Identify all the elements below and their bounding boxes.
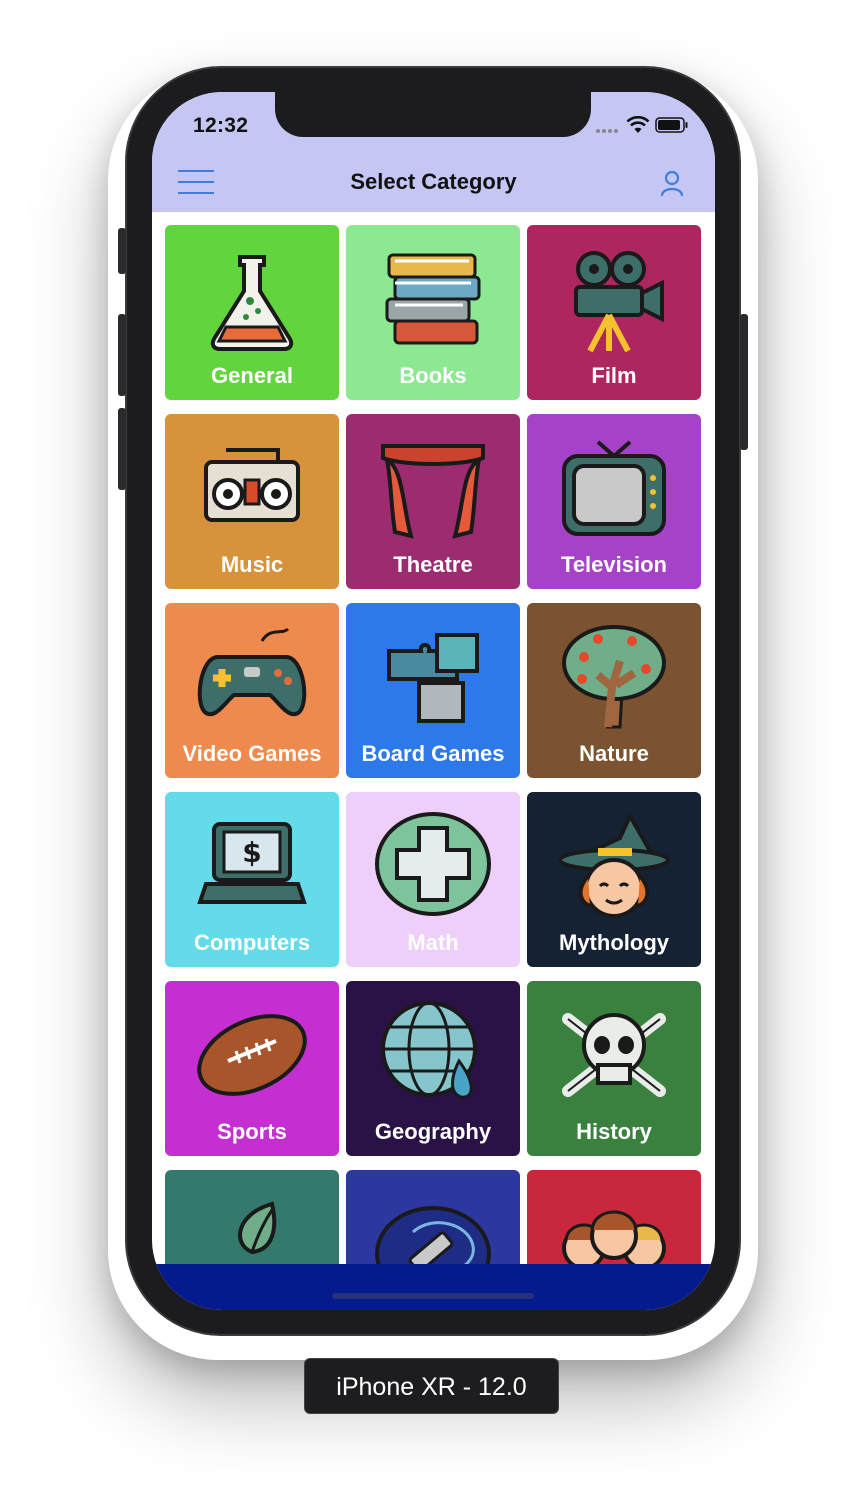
theatre-curtain-icon: [381, 444, 485, 539]
cellular-signal-icon: [596, 129, 618, 133]
category-label: Geography: [374, 1119, 492, 1144]
user-profile-icon[interactable]: [657, 168, 687, 198]
volume-up-button: [118, 314, 126, 396]
category-tile[interactable]: [165, 1170, 339, 1265]
people-icon: [562, 1210, 666, 1265]
mute-switch: [118, 228, 126, 274]
power-button: [740, 314, 748, 450]
category-tile[interactable]: Books: [346, 225, 520, 400]
category-tile[interactable]: Sports: [165, 981, 339, 1156]
puzzle-icon: [387, 633, 479, 723]
category-tile[interactable]: General: [165, 225, 339, 400]
category-label: Math: [407, 930, 459, 955]
category-label: Books: [399, 363, 467, 388]
television-icon: [562, 440, 666, 536]
category-tile[interactable]: [346, 1170, 520, 1265]
tree-icon: [562, 625, 666, 729]
svg-text:$: $: [242, 836, 261, 869]
bottom-bar: [152, 1264, 715, 1310]
category-label: Theatre: [393, 552, 473, 577]
category-label: Television: [561, 552, 667, 577]
page-title: Select Category: [350, 169, 517, 194]
category-tile[interactable]: Film: [527, 225, 701, 400]
globe-icon: [381, 1001, 477, 1099]
pencil-icon: [375, 1206, 491, 1265]
battery-icon: [655, 117, 688, 133]
category-label: Music: [220, 552, 284, 577]
leaf-hand-icon: [238, 1201, 277, 1255]
volume-down-button: [118, 408, 126, 490]
notch: [275, 92, 591, 137]
category-label: Mythology: [559, 930, 669, 955]
category-tile[interactable]: Nature: [527, 603, 701, 778]
category-tile[interactable]: Music: [165, 414, 339, 589]
category-tile[interactable]: Video Games: [165, 603, 339, 778]
witch-icon: [558, 811, 670, 918]
category-label: General: [211, 363, 293, 388]
laptop-icon: $: [197, 822, 307, 904]
category-tile[interactable]: Board Games: [346, 603, 520, 778]
category-label: Nature: [579, 741, 649, 766]
home-indicator[interactable]: [332, 1293, 534, 1299]
category-tile[interactable]: $ Computers: [165, 792, 339, 967]
category-label: Computers: [193, 930, 311, 955]
boombox-icon: [204, 448, 300, 522]
status-time: 12:32: [193, 114, 249, 137]
category-label: Board Games: [361, 741, 505, 766]
navigation-bar: Select Category: [152, 154, 715, 212]
wifi-icon: [626, 116, 650, 133]
phone-screen: 12:32 Select Category General Books Film…: [152, 92, 715, 1310]
category-tile[interactable]: Mythology: [527, 792, 701, 967]
category-tile[interactable]: Math: [346, 792, 520, 967]
beaker-icon: [210, 255, 294, 351]
category-tile[interactable]: [527, 1170, 701, 1265]
device-label: iPhone XR - 12.0: [304, 1358, 559, 1414]
category-tile[interactable]: History: [527, 981, 701, 1156]
books-icon: [385, 253, 481, 345]
gamepad-icon: [197, 627, 307, 717]
category-grid: General Books Film Music Theatre Televis…: [165, 225, 702, 1265]
category-label: History: [576, 1119, 652, 1144]
plus-icon: [375, 812, 491, 916]
skull-icon: [562, 1013, 666, 1097]
film-camera-icon: [574, 251, 664, 353]
category-tile[interactable]: Television: [527, 414, 701, 589]
category-tile[interactable]: Geography: [346, 981, 520, 1156]
category-label: Sports: [217, 1119, 287, 1144]
category-label: Film: [591, 363, 637, 388]
football-icon: [197, 1014, 307, 1096]
category-tile[interactable]: Theatre: [346, 414, 520, 589]
category-label: Video Games: [182, 741, 322, 766]
